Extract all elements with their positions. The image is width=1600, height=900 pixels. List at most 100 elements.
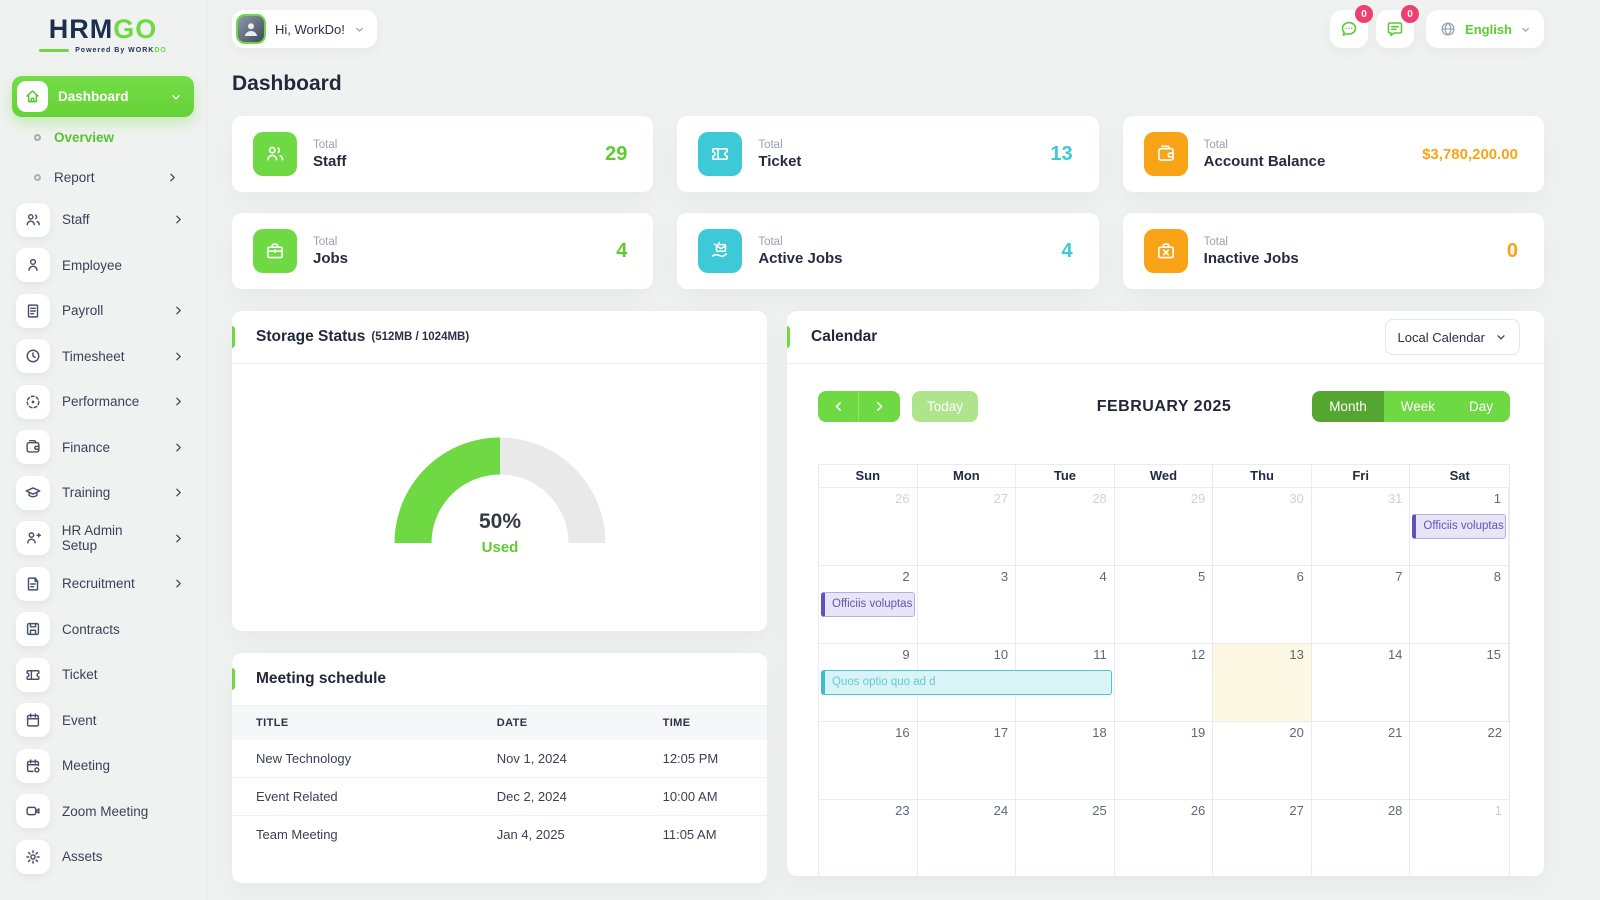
calendar-view-week[interactable]: Week: [1383, 391, 1452, 422]
sidebar-item-dashboard[interactable]: Dashboard: [12, 76, 194, 117]
storage-title: Storage Status: [256, 328, 366, 345]
sidebar-item-training[interactable]: Training: [12, 470, 194, 516]
stat-value: 13: [1050, 142, 1073, 165]
calendar-weekday: Sat: [1449, 468, 1470, 483]
sidebar-item-zoom-meeting[interactable]: Zoom Meeting: [12, 789, 194, 835]
main-content: Hi, WorkDo! 0 0 English Dashboard Total S…: [207, 0, 1600, 883]
calendar-day-cell[interactable]: 19: [1115, 722, 1214, 799]
calendar-day-cell[interactable]: 26: [1115, 800, 1214, 876]
calendar-day-cell[interactable]: 12: [1115, 644, 1214, 721]
gear-icon: [16, 839, 50, 874]
sidebar-item-finance[interactable]: Finance: [12, 425, 194, 471]
language-selector[interactable]: English: [1426, 10, 1544, 48]
sidebar-item-contracts[interactable]: Contracts: [12, 607, 194, 653]
sidebar-item-hr-admin-setup[interactable]: HR Admin Setup: [12, 516, 194, 562]
calendar-day-cell[interactable]: 5: [1115, 566, 1214, 643]
sidebar-item-timesheet[interactable]: Timesheet: [12, 334, 194, 380]
sidebar-item-assets[interactable]: Assets: [12, 834, 194, 880]
calendar-day-cell[interactable]: 25: [1016, 800, 1115, 876]
calendar-day-cell[interactable]: 30: [1213, 488, 1312, 565]
sidebar-item-performance[interactable]: Performance: [12, 379, 194, 425]
sidebar-item-overview[interactable]: Overview: [12, 117, 194, 157]
globe-icon: [1439, 20, 1457, 38]
sidebar-item-report[interactable]: Report: [12, 157, 194, 197]
wallet-icon: [16, 430, 50, 465]
stat-value: $3,780,200.00: [1422, 145, 1518, 163]
storage-card-header: Storage Status (512MB / 1024MB): [232, 311, 767, 364]
calendar-weekday: Thu: [1213, 465, 1312, 487]
calendar-source-select[interactable]: Local Calendar: [1384, 319, 1520, 355]
calendar-day-cell[interactable]: 6: [1213, 566, 1312, 643]
calendar-day-cell[interactable]: 20: [1213, 722, 1312, 799]
sidebar-item-payroll[interactable]: Payroll: [12, 288, 194, 334]
greeting-label: Hi, WorkDo!: [275, 21, 345, 37]
sidebar-item-employee[interactable]: Employee: [12, 243, 194, 289]
chevron-right-icon: [173, 533, 184, 544]
calendar-event[interactable]: Officiis voluptas c: [821, 592, 915, 617]
stat-card-inactive-jobs[interactable]: Total Inactive Jobs 0: [1122, 213, 1544, 289]
calendar-day-cell[interactable]: 28: [1312, 800, 1411, 876]
calendar-day-cell[interactable]: 17: [918, 722, 1017, 799]
calendar-day-cell[interactable]: 31: [1312, 488, 1411, 565]
table-row: New Technology Nov 1, 2024 12:05 PM: [256, 751, 719, 766]
calendar-source-value: Local Calendar: [1397, 329, 1485, 345]
calendar-day-cell[interactable]: 14: [1312, 644, 1411, 721]
chevron-right-icon: [173, 214, 184, 225]
stat-value: 4: [1061, 239, 1073, 262]
calendar-day-cell[interactable]: 21: [1312, 722, 1411, 799]
calendar-day-cell[interactable]: 22: [1410, 722, 1509, 799]
notifications-button[interactable]: 0: [1376, 5, 1420, 48]
bullet-icon: [34, 133, 41, 141]
stat-value: 0: [1506, 239, 1518, 262]
calendar-view-day[interactable]: Day: [1451, 391, 1510, 422]
calendar-day-cell[interactable]: 29: [1115, 488, 1214, 565]
calendar-day-cell[interactable]: 1: [1410, 800, 1509, 876]
logo-text: HRMGO: [48, 14, 158, 44]
avatar: [236, 14, 266, 44]
video-camera-icon: [16, 794, 50, 829]
stat-card-active-jobs[interactable]: Total Active Jobs 4: [677, 213, 1099, 289]
calendar-day-cell[interactable]: 15: [1410, 644, 1509, 721]
calendar-event[interactable]: Officiis voluptas c: [1412, 514, 1506, 539]
sidebar-item-ticket[interactable]: Ticket: [12, 652, 194, 698]
calendar-day-cell[interactable]: 27: [1213, 800, 1312, 876]
users-icon: [253, 132, 297, 176]
stat-card-staff[interactable]: Total Staff 29: [232, 116, 654, 192]
calendar-day-cell[interactable]: 18: [1016, 722, 1115, 799]
calendar-day-cell[interactable]: 16: [819, 722, 918, 799]
stat-value: 29: [605, 142, 628, 165]
stat-card-jobs[interactable]: Total Jobs 4: [232, 213, 654, 289]
calendar-day-cell[interactable]: 3: [918, 566, 1017, 643]
stat-card-ticket[interactable]: Total Ticket 13: [677, 116, 1099, 192]
sidebar-item-staff[interactable]: Staff: [12, 197, 194, 243]
invoice-icon: [16, 293, 50, 328]
messages-button[interactable]: 0: [1330, 5, 1374, 48]
calendar-event[interactable]: Quos optio quo ad d: [821, 670, 1112, 695]
calendar-day-cell[interactable]: 8: [1410, 566, 1509, 643]
sidebar-item-recruitment[interactable]: Recruitment: [12, 561, 194, 607]
briefcase-icon: [253, 229, 297, 273]
calendar-day-cell[interactable]: 28: [1016, 488, 1115, 565]
user-menu[interactable]: Hi, WorkDo!: [232, 10, 377, 48]
calendar-title: Calendar: [811, 328, 878, 345]
sidebar-item-event[interactable]: Event: [12, 698, 194, 744]
topbar: Hi, WorkDo! 0 0 English: [232, 0, 1544, 48]
calendar-day-cell[interactable]: 23: [819, 800, 918, 876]
notifications-badge: 0: [1401, 5, 1420, 23]
calendar-day-cell[interactable]: 7: [1312, 566, 1411, 643]
calendar-day-cell[interactable]: 4: [1016, 566, 1115, 643]
logo-tagline: Powered By WORKDO: [12, 47, 194, 54]
calendar-day-cell[interactable]: 27: [918, 488, 1017, 565]
app-logo[interactable]: HRMGO Powered By WORKDO: [12, 14, 194, 54]
messages-badge: 0: [1355, 5, 1374, 23]
calendar-day-cell[interactable]: 24: [918, 800, 1017, 876]
calendar-grid: Sun Mon Tue Wed Thu Fri Sat 26 27 28 29 30 31 1 Offic…: [818, 464, 1510, 876]
graduation-cap-icon: [16, 475, 50, 510]
stat-card-account-balance[interactable]: Total Account Balance $3,780,200.00: [1122, 116, 1544, 192]
calendar-toolbar: FEBRUARY 2025 Today Month Week Day: [818, 391, 1510, 422]
calendar-view-month[interactable]: Month: [1312, 391, 1384, 422]
column-header: TITLE: [232, 706, 473, 740]
calendar-day-cell[interactable]: 13: [1213, 644, 1312, 721]
sidebar-item-meeting[interactable]: Meeting: [12, 743, 194, 789]
calendar-day-cell[interactable]: 26: [819, 488, 918, 565]
